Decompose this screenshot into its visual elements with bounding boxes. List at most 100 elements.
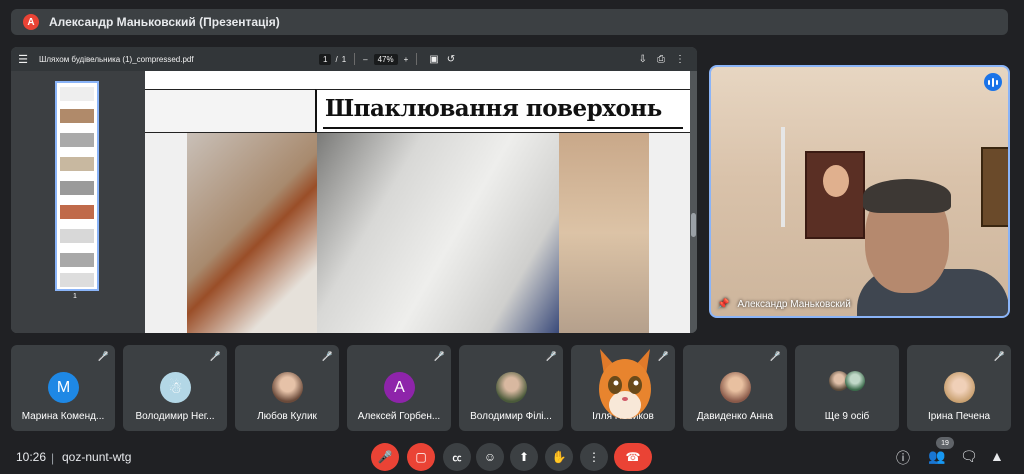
captions-icon: ㏄ [452, 452, 462, 463]
thumb-block [60, 229, 94, 243]
toolbar-divider [354, 53, 356, 65]
download-icon[interactable]: ⇩ [639, 54, 647, 65]
participant-avatar [272, 372, 303, 403]
photo-saw-hand [187, 133, 317, 333]
more-participants-tile[interactable]: Ще 9 осіб [795, 345, 899, 431]
participant-tile[interactable]: 🎤 А Алексей Горбен... [347, 345, 451, 431]
fit-page-icon[interactable]: ▣ [429, 54, 438, 65]
pdf-scrollbar[interactable] [690, 71, 697, 333]
participant-avatar [845, 371, 865, 391]
present-button[interactable]: ⬆ [510, 443, 538, 471]
participant-avatar [944, 372, 975, 403]
photo-wall-surface [559, 133, 649, 333]
mic-off-icon: 🎤 [377, 450, 393, 464]
camera-off-button[interactable]: ▢ [407, 443, 435, 471]
emoji-button[interactable]: ☺ [476, 443, 504, 471]
page-thumbnail[interactable] [55, 81, 99, 291]
people-icon[interactable]: 👥 [928, 448, 945, 465]
participant-tile[interactable]: 🎤 Ірина Печена [907, 345, 1011, 431]
menu-icon[interactable]: ☰ [11, 53, 35, 66]
participant-name: Марина Коменд... [21, 411, 105, 422]
more-participants-label: Ще 9 осіб [824, 411, 870, 422]
bottom-separator: | [51, 451, 55, 465]
participant-name: Любов Кулик [257, 411, 317, 422]
info-icon[interactable]: ⓘ [896, 448, 910, 468]
page-current-input[interactable]: 1 [319, 53, 332, 65]
slide-margin-right [649, 133, 690, 333]
zoom-value[interactable]: 47% [373, 53, 398, 65]
scrollbar-thumb[interactable] [691, 213, 696, 237]
hand-icon: ✋ [551, 450, 567, 464]
participant-avatar: А [384, 372, 415, 403]
participant-name: Володимир Філі... [470, 411, 552, 422]
mic-off-icon: 🎤 [545, 351, 557, 361]
presenter-video-tile[interactable]: 📌 Александр Маньковский [709, 65, 1010, 318]
bottom-bar: 10:26 | qoz-nunt-wtg 🎤 ▢ ㏄ ☺ ⬆ ✋ ⋮ ☎ ⓘ 👥… [0, 440, 1024, 474]
participant-tile[interactable]: 🎤 Любов Кулик [235, 345, 339, 431]
participant-tile[interactable]: 🎤 ☃ Володимир Нег... [123, 345, 227, 431]
participant-name: Ірина Печена [927, 411, 991, 422]
participant-tile[interactable]: 🎤 Давиденко Анна [683, 345, 787, 431]
participant-tile[interactable]: 🎤 Володимир Філі... [459, 345, 563, 431]
zoom-in-button[interactable]: + [404, 55, 409, 64]
pdf-page: Шпаклювання поверхонь [145, 71, 690, 333]
more-vert-icon: ⋮ [588, 450, 600, 464]
page-separator: / [335, 54, 338, 64]
thumb-block [60, 253, 94, 267]
toolbar-divider [416, 53, 418, 65]
presenter-avatar: А [23, 14, 39, 30]
camera-off-icon: ▢ [415, 450, 427, 464]
thumb-block [60, 109, 94, 123]
present-screen-icon: ⬆ [518, 450, 530, 464]
meeting-code: qoz-nunt-wtg [62, 450, 132, 464]
page-total: 1 [341, 54, 347, 64]
more-vert-icon[interactable]: ⋮ [675, 54, 685, 65]
presentation-bar: А Александр Маньковский (Презентація) [11, 9, 1008, 35]
captions-button[interactable]: ㏄ [443, 443, 471, 471]
participant-tile[interactable]: 🎤 М Марина Коменд... [11, 345, 115, 431]
slide-title: Шпаклювання поверхонь [325, 95, 662, 122]
thumb-block [60, 133, 94, 147]
thumbnail-panel: 1 [11, 71, 145, 333]
page-indicator: 1 / 1 [319, 53, 347, 65]
thumb-block [60, 273, 94, 287]
leave-call-button[interactable]: ☎ [614, 443, 652, 471]
mic-off-icon: 🎤 [97, 351, 109, 361]
photo-worker-plastering [317, 133, 559, 333]
participant-avatar: М [48, 372, 79, 403]
presenter-label: 📌 Александр Маньковский [717, 299, 851, 310]
more-options-button[interactable]: ⋮ [580, 443, 608, 471]
participant-avatar [496, 372, 527, 403]
mic-off-icon: 🎤 [993, 351, 1005, 361]
person-hair [863, 179, 951, 213]
wall-pipe [781, 127, 785, 227]
mic-off-icon: 🎤 [321, 351, 333, 361]
presenter-person [857, 179, 1008, 316]
hang-up-icon: ☎ [625, 450, 641, 464]
rotate-icon[interactable]: ↺ [447, 54, 455, 65]
participant-name: Алексей Горбен... [357, 411, 441, 422]
participant-name: Давиденко Анна [696, 411, 774, 422]
chat-icon[interactable]: 🗨 [960, 448, 978, 465]
pdf-viewer: ☰ Шляхом будівельника (1)_compressed.pdf… [11, 47, 697, 333]
people-count-badge: 19 [936, 437, 954, 449]
activities-icon[interactable]: ▲ [990, 448, 1004, 464]
pin-icon[interactable]: 📌 [717, 299, 729, 310]
presentation-title: Александр Маньковский (Презентація) [49, 15, 280, 29]
print-icon[interactable]: ⎙ [657, 54, 665, 65]
participant-name: Володимир Нег... [135, 411, 215, 422]
mic-off-icon: 🎤 [769, 351, 781, 361]
presenter-name: Александр Маньковский [737, 299, 851, 310]
zoom-controls: – 47% + [363, 53, 409, 65]
mic-off-button[interactable]: 🎤 [371, 443, 399, 471]
slide-header-left [145, 89, 315, 133]
raise-hand-button[interactable]: ✋ [545, 443, 573, 471]
thumb-block [60, 181, 94, 195]
slide-title-rule [323, 127, 683, 129]
participant-avatar [720, 372, 751, 403]
thumb-block [60, 87, 94, 101]
zoom-out-button[interactable]: – [363, 55, 367, 64]
portrait-face [823, 165, 849, 197]
thumbnail-number: 1 [73, 293, 77, 300]
pdf-filename: Шляхом будівельника (1)_compressed.pdf [39, 54, 194, 64]
